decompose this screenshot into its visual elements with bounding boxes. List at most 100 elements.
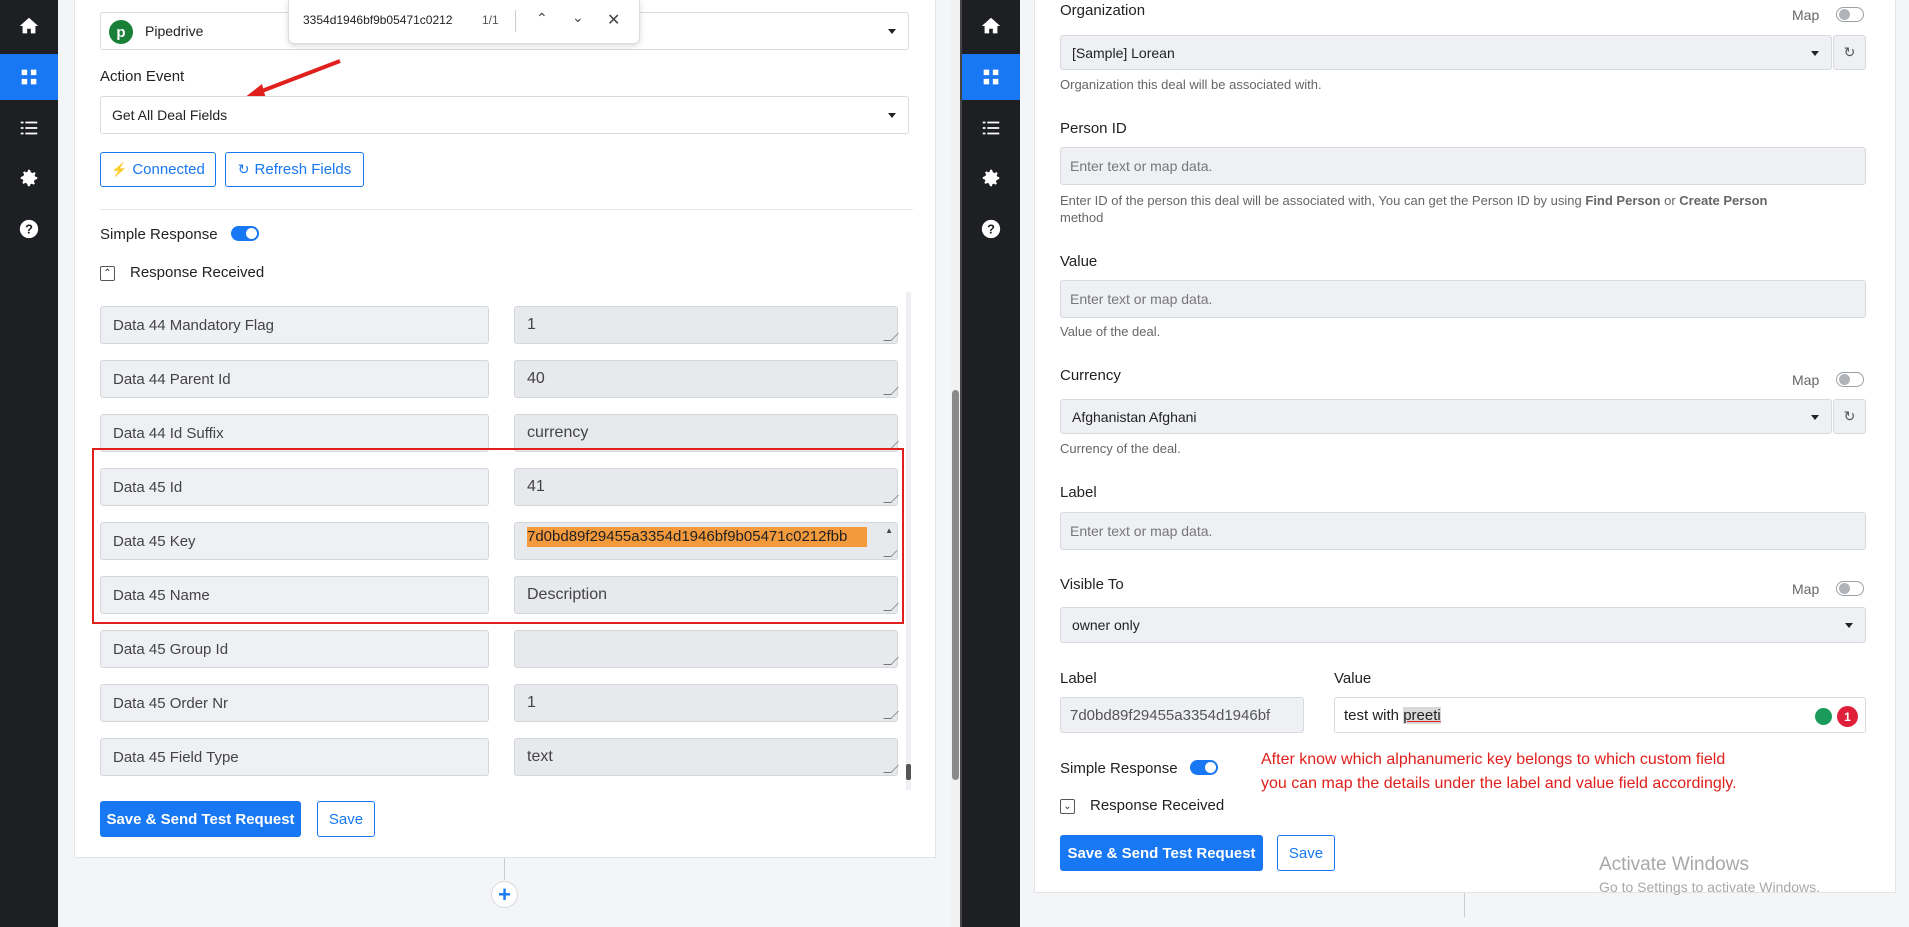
person-id-label: Person ID xyxy=(1060,120,1127,137)
value-help: Value of the deal. xyxy=(1060,324,1161,339)
chevron-down-icon[interactable]: ⌄ xyxy=(1060,799,1075,814)
visible-to-value: owner only xyxy=(1072,617,1140,633)
currency-map-toggle[interactable] xyxy=(1836,372,1864,387)
divider xyxy=(100,209,913,210)
response-field-value[interactable]: 40 xyxy=(514,360,899,398)
resize-handle-icon[interactable] xyxy=(883,711,899,719)
home-icon[interactable] xyxy=(0,3,58,49)
help-icon[interactable]: ? xyxy=(0,206,58,252)
refresh-icon: ↻ xyxy=(237,161,250,177)
task-list-icon[interactable] xyxy=(0,105,58,151)
action-event-value: Get All Deal Fields xyxy=(112,107,228,123)
inner-scrollbar[interactable] xyxy=(906,292,911,790)
chevron-down-icon xyxy=(1845,623,1853,628)
plug-icon: ⚡ xyxy=(111,161,128,177)
currency-help: Currency of the deal. xyxy=(1060,441,1181,456)
connector-line xyxy=(504,858,505,880)
grammar-icon[interactable] xyxy=(1815,708,1832,725)
gear-icon[interactable] xyxy=(962,155,1020,201)
organization-map-toggle[interactable] xyxy=(1836,7,1864,22)
response-field-label[interactable]: Data 44 Parent Id xyxy=(100,360,489,398)
person-help-text: Enter ID of the person this deal will be… xyxy=(1060,193,1586,208)
person-id-input[interactable]: Enter text or map data. xyxy=(1060,147,1866,185)
response-field-label[interactable]: Data 45 Order Nr xyxy=(100,684,489,722)
find-query[interactable]: 3354d1946bf9b05471c0212fbb xyxy=(303,13,453,27)
chevron-down-icon xyxy=(1811,50,1819,56)
refresh-label: Refresh Fields xyxy=(254,161,352,178)
close-icon[interactable]: ✕ xyxy=(607,10,620,30)
apps-icon[interactable] xyxy=(962,54,1020,100)
right-sidebar: ? xyxy=(962,0,1020,927)
response-field-label[interactable]: Data 45 Group Id xyxy=(100,630,489,668)
simple-response-toggle[interactable] xyxy=(231,226,259,241)
task-list-icon[interactable] xyxy=(962,105,1020,151)
response-field-value-text: 40 xyxy=(527,370,545,387)
currency-select[interactable]: Afghanistan Afghani xyxy=(1060,399,1832,434)
refresh-icon[interactable]: ↻ xyxy=(1833,35,1866,70)
response-field-value[interactable]: 1 xyxy=(514,306,899,344)
refresh-icon[interactable]: ↻ xyxy=(1833,399,1866,434)
response-field-label[interactable]: Data 44 Mandatory Flag xyxy=(100,306,489,344)
response-received-label: Response Received xyxy=(1090,797,1225,814)
currency-label: Currency xyxy=(1060,367,1121,384)
apps-icon[interactable] xyxy=(0,54,58,100)
save-button[interactable]: Save xyxy=(317,801,375,837)
custom-label-header: Label xyxy=(1060,670,1097,687)
response-field-value[interactable]: text xyxy=(514,738,899,776)
action-event-label: Action Event xyxy=(100,68,185,85)
help-icon[interactable]: ? xyxy=(962,206,1020,252)
connected-label: Connected xyxy=(132,161,205,178)
resize-handle-icon[interactable] xyxy=(883,657,899,665)
map-label: Map xyxy=(1792,7,1820,23)
page-scrollbar[interactable] xyxy=(951,0,960,927)
chevron-down-icon xyxy=(888,29,896,34)
connected-button[interactable]: ⚡ Connected xyxy=(100,152,216,187)
gear-icon[interactable] xyxy=(0,155,58,201)
label-input[interactable]: Enter text or map data. xyxy=(1060,512,1866,550)
refresh-fields-button[interactable]: ↻ Refresh Fields xyxy=(225,152,364,187)
action-event-select[interactable]: Get All Deal Fields xyxy=(100,96,909,134)
response-field-value[interactable] xyxy=(514,630,899,668)
map-label: Map xyxy=(1792,372,1820,388)
response-field-label[interactable]: Data 45 Field Type xyxy=(100,738,489,776)
response-field-value-text: 1 xyxy=(527,316,536,333)
resize-handle-icon[interactable] xyxy=(883,387,899,395)
organization-value: [Sample] Lorean xyxy=(1072,44,1175,61)
chevron-up-icon[interactable]: ⌃ xyxy=(100,266,115,281)
find-count: 1/1 xyxy=(482,13,499,27)
pipedrive-logo-icon: p xyxy=(109,20,133,44)
error-count-badge[interactable]: 1 xyxy=(1837,706,1858,727)
custom-value-input[interactable]: test with preeti 1 xyxy=(1334,697,1866,733)
response-field-value[interactable]: currency xyxy=(514,414,899,452)
organization-help: Organization this deal will be associate… xyxy=(1060,77,1322,92)
or-text: or xyxy=(1660,193,1680,208)
person-id-help: Enter ID of the person this deal will be… xyxy=(1060,192,1866,226)
resize-handle-icon[interactable] xyxy=(883,333,899,341)
response-field-label[interactable]: Data 44 Id Suffix xyxy=(100,414,489,452)
save-send-test-button[interactable]: Save & Send Test Request xyxy=(100,801,301,837)
label-placeholder: Enter text or map data. xyxy=(1070,523,1213,539)
response-field-value[interactable]: 1 xyxy=(514,684,899,722)
value-input[interactable]: Enter text or map data. xyxy=(1060,280,1866,318)
page-scrollbar-thumb[interactable] xyxy=(952,390,959,780)
save-send-test-button[interactable]: Save & Send Test Request xyxy=(1060,835,1263,871)
value-placeholder: Enter text or map data. xyxy=(1070,291,1213,307)
inner-scrollbar-thumb[interactable] xyxy=(906,764,911,780)
connector-line xyxy=(1464,893,1465,917)
visible-to-label: Visible To xyxy=(1060,576,1124,593)
simple-response-toggle[interactable] xyxy=(1190,760,1218,775)
visible-to-map-toggle[interactable] xyxy=(1836,581,1864,596)
simple-response-label: Simple Response xyxy=(100,226,218,243)
home-icon[interactable] xyxy=(962,3,1020,49)
custom-label-input[interactable]: 7d0bd89f29455a3354d1946bf xyxy=(1060,697,1304,733)
save-button[interactable]: Save xyxy=(1277,835,1335,871)
organization-select[interactable]: [Sample] Lorean xyxy=(1060,35,1832,70)
response-field-value-text: currency xyxy=(527,424,589,441)
visible-to-select[interactable]: owner only xyxy=(1060,607,1866,643)
previous-match-icon[interactable]: ⌃ xyxy=(536,10,548,27)
find-person-text: Find Person xyxy=(1585,193,1661,208)
resize-handle-icon[interactable] xyxy=(883,765,899,773)
next-match-icon[interactable]: ⌄ xyxy=(572,9,584,26)
response-field-value-text: text xyxy=(527,748,553,765)
add-step-button[interactable]: + xyxy=(491,881,518,908)
